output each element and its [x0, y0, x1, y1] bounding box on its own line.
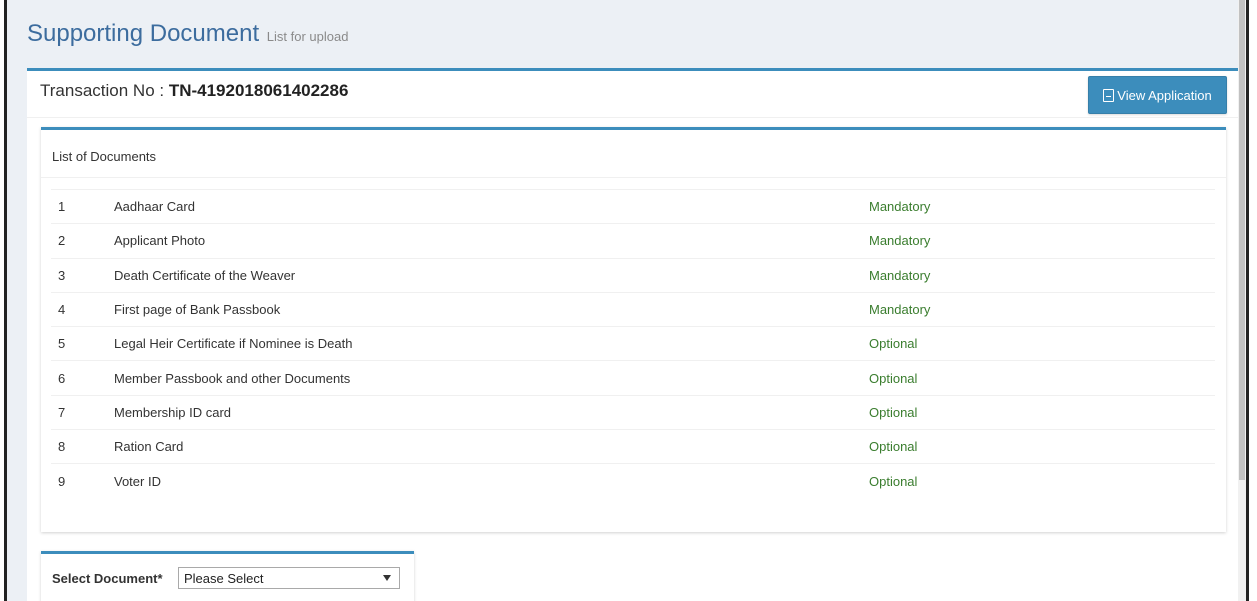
table-row: 2 Applicant Photo Mandatory [51, 223, 1215, 258]
view-application-label: View Application [1117, 87, 1212, 103]
row-number: 6 [58, 370, 66, 386]
select-document-value: Please Select [184, 570, 264, 586]
transaction-number: TN-4192018061402286 [168, 81, 349, 100]
document-name: Ration Card [114, 439, 184, 455]
table-row: 3 Death Certificate of the Weaver Mandat… [51, 258, 1215, 292]
scrollbar-thumb[interactable] [1239, 0, 1245, 480]
row-number: 2 [58, 233, 66, 249]
document-name: First page of Bank Passbook [114, 302, 281, 318]
document-status: Optional [869, 439, 918, 455]
document-name: Aadhaar Card [114, 199, 195, 215]
table-row: 7 Membership ID card Optional [51, 395, 1215, 429]
row-number: 3 [58, 267, 66, 283]
document-status: Optional [869, 404, 918, 420]
row-number: 7 [58, 404, 66, 420]
page-header: Supporting Document List for upload [27, 20, 348, 56]
row-number: 8 [58, 439, 66, 455]
table-row: 8 Ration Card Optional [51, 429, 1215, 464]
document-name: Voter ID [114, 473, 161, 489]
documents-header: List of Documents [52, 149, 157, 164]
row-number: 1 [58, 199, 66, 215]
document-status: Optional [869, 370, 918, 386]
row-number: 9 [58, 473, 66, 489]
document-name: Applicant Photo [114, 233, 206, 249]
table-row: 4 First page of Bank Passbook Mandatory [51, 292, 1215, 326]
table-row: 9 Voter ID Optional [51, 463, 1215, 498]
document-status: Optional [869, 336, 918, 352]
file-pdf-icon [1103, 88, 1115, 102]
document-status: Mandatory [869, 267, 931, 283]
view-application-button[interactable]: View Application [1088, 76, 1227, 114]
row-number: 5 [58, 336, 66, 352]
table-row: 5 Legal Heir Certificate if Nominee is D… [51, 326, 1215, 361]
page-title: Supporting Document [27, 20, 260, 47]
document-status: Mandatory [869, 199, 931, 215]
document-name: Member Passbook and other Documents [114, 370, 351, 386]
divider [41, 177, 1226, 178]
divider [27, 117, 1240, 118]
document-status: Mandatory [869, 233, 931, 249]
document-status: Optional [869, 473, 918, 489]
transaction-info: Transaction No : TN-4192018061402286 [40, 81, 348, 101]
document-name: Legal Heir Certificate if Nominee is Dea… [114, 336, 353, 352]
select-document-panel: Select Document* Please Select [41, 551, 414, 601]
main-panel: Transaction No : TN-4192018061402286 Vie… [27, 68, 1240, 601]
table-row: 1 Aadhaar Card Mandatory [51, 189, 1215, 224]
app-window: Supporting Document List for upload Tran… [4, 0, 1249, 601]
row-number: 4 [58, 302, 66, 318]
select-document-dropdown[interactable]: Please Select [178, 567, 400, 589]
document-name: Death Certificate of the Weaver [114, 267, 296, 283]
table-row: 6 Member Passbook and other Documents Op… [51, 360, 1215, 395]
select-document-label: Select Document* [52, 571, 163, 586]
page-subtitle: List for upload [266, 29, 349, 44]
document-status: Mandatory [869, 302, 931, 318]
documents-table: 1 Aadhaar Card Mandatory 2 Applicant Pho… [51, 189, 1215, 498]
document-name: Membership ID card [114, 404, 232, 420]
page-scrollbar[interactable] [1238, 0, 1246, 601]
chevron-down-icon [383, 575, 391, 581]
documents-panel: List of Documents 1 Aadhaar Card Mandato… [41, 127, 1226, 532]
transaction-label: Transaction No : [40, 81, 165, 100]
